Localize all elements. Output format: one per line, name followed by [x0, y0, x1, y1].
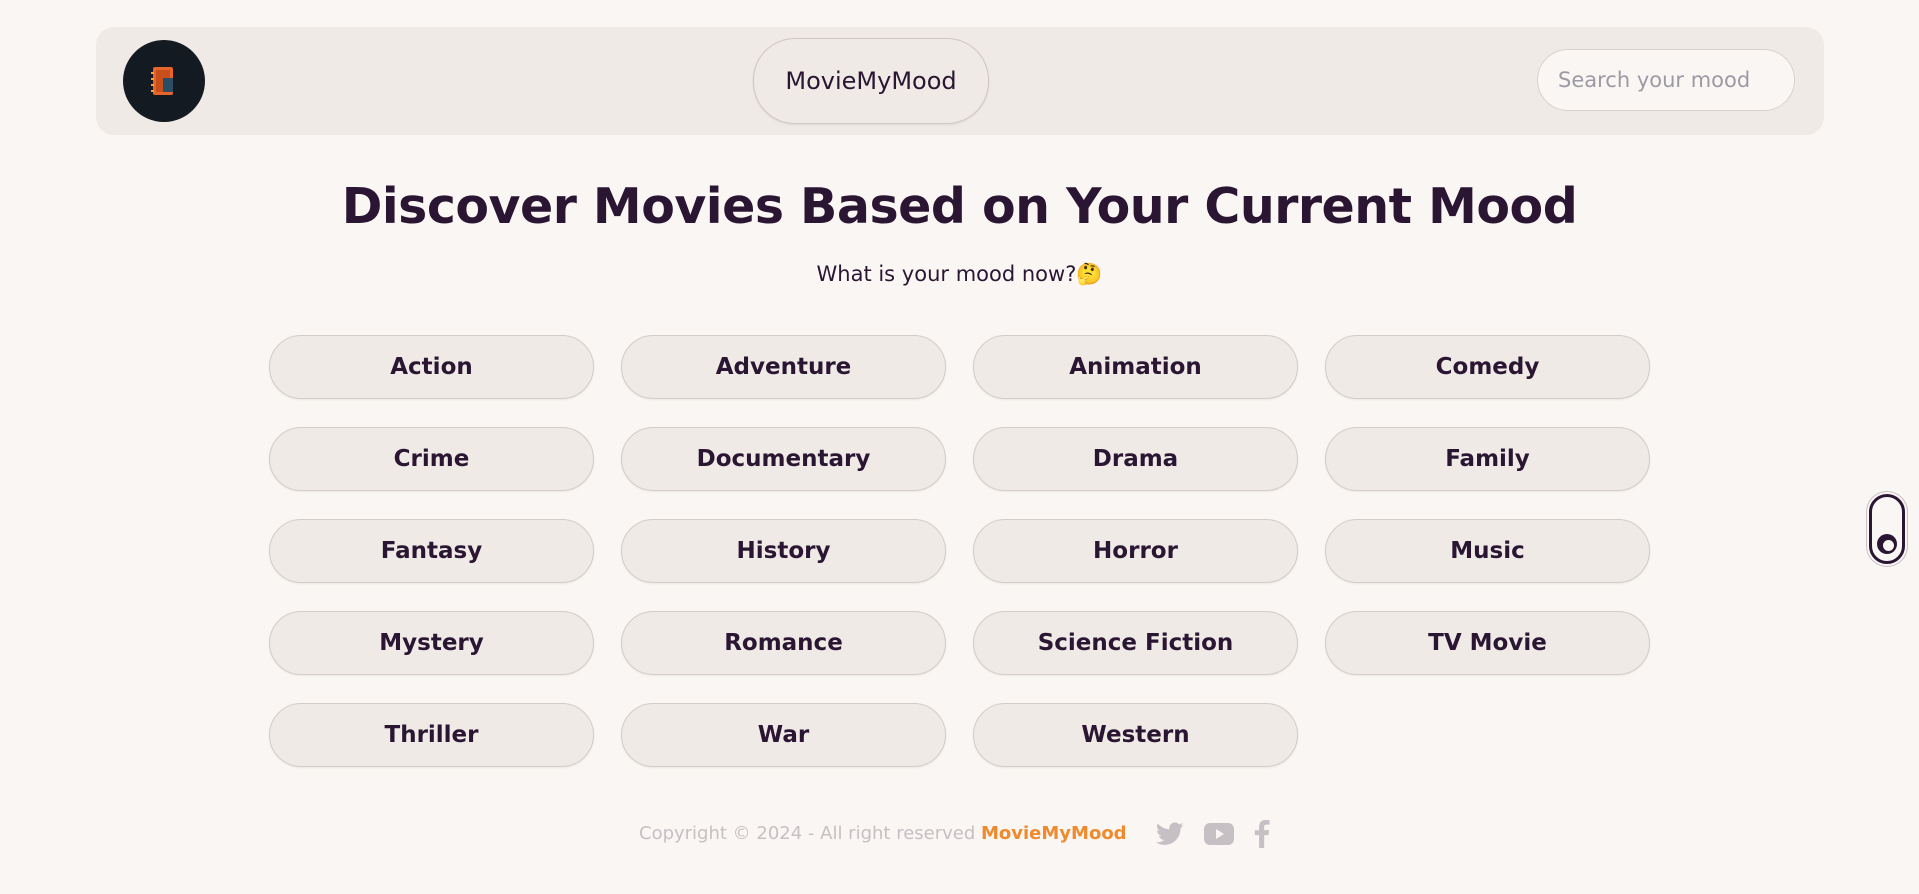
- search-input[interactable]: [1537, 49, 1795, 111]
- genre-button-science-fiction[interactable]: Science Fiction: [973, 611, 1298, 675]
- footer: Copyright © 2024 - All right reserved Mo…: [0, 820, 1919, 850]
- twitter-icon[interactable]: [1156, 822, 1184, 846]
- page-title: Discover Movies Based on Your Current Mo…: [341, 178, 1578, 235]
- brand-button[interactable]: MovieMyMood: [753, 38, 989, 124]
- genre-button-music[interactable]: Music: [1325, 519, 1650, 583]
- genre-button-tv-movie[interactable]: TV Movie: [1325, 611, 1650, 675]
- genre-button-romance[interactable]: Romance: [621, 611, 946, 675]
- genre-button-family[interactable]: Family: [1325, 427, 1650, 491]
- genre-button-crime[interactable]: Crime: [269, 427, 594, 491]
- toggle-knob: [1877, 534, 1897, 554]
- genre-button-western[interactable]: Western: [973, 703, 1298, 767]
- genre-button-documentary[interactable]: Documentary: [621, 427, 946, 491]
- navbar: MovieMyMood: [96, 27, 1824, 135]
- subtitle: What is your mood now?🤔: [0, 262, 1919, 287]
- genre-button-horror[interactable]: Horror: [973, 519, 1298, 583]
- footer-brand-link[interactable]: MovieMyMood: [981, 823, 1127, 844]
- genre-button-comedy[interactable]: Comedy: [1325, 335, 1650, 399]
- genre-button-history[interactable]: History: [621, 519, 946, 583]
- copyright-text: Copyright © 2024 - All right reserved: [639, 823, 981, 844]
- genre-button-war[interactable]: War: [621, 703, 946, 767]
- facebook-icon[interactable]: [1254, 820, 1270, 848]
- genre-button-adventure[interactable]: Adventure: [621, 335, 946, 399]
- genre-button-drama[interactable]: Drama: [973, 427, 1298, 491]
- genre-button-mystery[interactable]: Mystery: [269, 611, 594, 675]
- genre-button-animation[interactable]: Animation: [973, 335, 1298, 399]
- logo[interactable]: [123, 40, 205, 122]
- youtube-icon[interactable]: [1204, 822, 1234, 846]
- thinking-emoji-icon: 🤔: [1076, 262, 1103, 286]
- social-links: [1156, 820, 1270, 848]
- genre-grid: Action Adventure Animation Comedy Crime …: [269, 335, 1650, 767]
- genre-button-thriller[interactable]: Thriller: [269, 703, 594, 767]
- genre-button-action[interactable]: Action: [269, 335, 594, 399]
- logo-icon: [151, 67, 173, 95]
- subtitle-text: What is your mood now?: [816, 262, 1077, 286]
- genre-button-fantasy[interactable]: Fantasy: [269, 519, 594, 583]
- theme-toggle[interactable]: [1869, 494, 1905, 564]
- copyright: Copyright © 2024 - All right reserved Mo…: [639, 823, 1127, 844]
